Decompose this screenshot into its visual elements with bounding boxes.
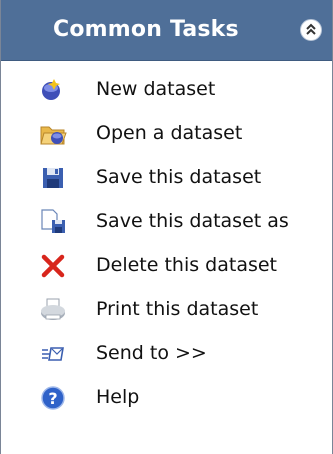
panel-header[interactable]: Common Tasks — [1, 0, 332, 61]
collapse-button[interactable] — [300, 19, 322, 41]
task-help[interactable]: ? Help — [1, 376, 332, 420]
open-folder-icon — [40, 126, 67, 145]
floppy-disk-icon — [43, 168, 63, 188]
common-tasks-panel: Common Tasks New dataset Open a dataset — [0, 0, 333, 454]
save-as-icon — [41, 209, 65, 233]
task-label: Help — [96, 386, 140, 408]
svg-text:?: ? — [48, 389, 57, 408]
task-save-dataset-as[interactable]: Save this dataset as — [1, 200, 332, 244]
task-save-dataset[interactable]: Save this dataset — [1, 156, 332, 200]
panel-title: Common Tasks — [53, 17, 239, 42]
task-label: Delete this dataset — [96, 254, 278, 276]
task-print-dataset[interactable]: Print this dataset — [1, 288, 332, 332]
task-open-dataset[interactable]: Open a dataset — [1, 112, 332, 156]
send-to-icon — [42, 347, 64, 361]
task-send-to[interactable]: Send to >> — [1, 332, 332, 376]
chevron-double-up-icon — [306, 23, 316, 35]
printer-icon — [41, 298, 65, 320]
task-label: Send to >> — [96, 342, 207, 364]
task-label: Save this dataset as — [96, 210, 289, 232]
task-label: Save this dataset — [96, 166, 262, 188]
task-label: Open a dataset — [96, 122, 243, 144]
help-icon: ? — [41, 386, 65, 410]
delete-x-icon — [41, 254, 65, 278]
new-dataset-icon — [42, 79, 60, 100]
task-label: New dataset — [96, 78, 216, 100]
task-label: Print this dataset — [96, 298, 259, 320]
task-delete-dataset[interactable]: Delete this dataset — [1, 244, 332, 288]
task-new-dataset[interactable]: New dataset — [1, 68, 332, 112]
